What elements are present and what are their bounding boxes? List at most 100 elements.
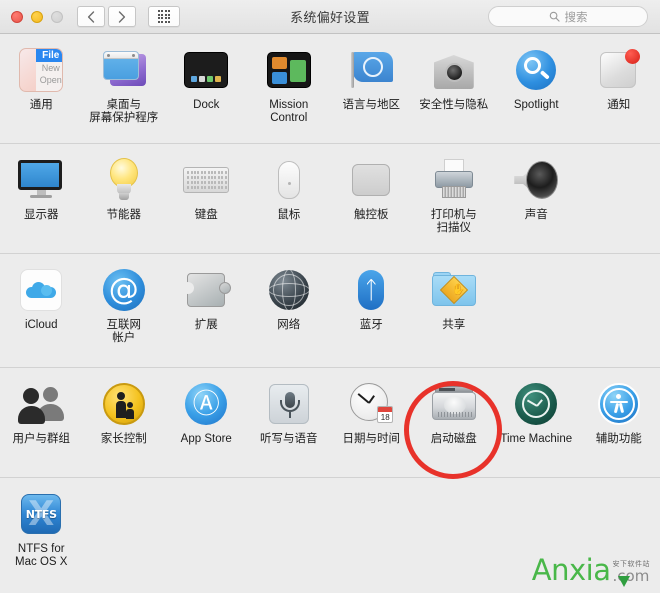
pane-label: 通知	[607, 99, 631, 111]
sound-speaker-icon	[512, 156, 560, 204]
pref-pane-mouse[interactable]: 鼠标	[248, 156, 331, 253]
pane-label: 安全性与隐私	[419, 99, 489, 111]
pref-pane-date-time[interactable]: 18 日期与时间	[330, 380, 413, 477]
pane-label: 打印机与 扫描仪	[430, 209, 477, 234]
pref-pane-sound[interactable]: 声音	[495, 156, 578, 253]
pane-label: App Store	[180, 433, 232, 445]
pane-label: 用户与群组	[12, 433, 71, 445]
general-icon: File New Open	[17, 46, 65, 94]
pref-pane-dock[interactable]: Dock	[165, 46, 248, 143]
pane-label: NTFS for Mac OS X	[15, 543, 68, 568]
pane-label: 鼠标	[277, 209, 301, 221]
pane-label: 键盘	[194, 209, 218, 221]
pref-pane-general[interactable]: File New Open 通用	[0, 46, 83, 143]
pane-label: 通用	[29, 99, 53, 111]
pref-pane-startup-disk[interactable]: 启动磁盘	[413, 380, 496, 477]
window-titlebar: 系统偏好设置 搜索	[0, 0, 660, 34]
pane-label: 辅助功能	[595, 433, 642, 445]
pane-label: 听写与语音	[260, 433, 318, 445]
close-window-button[interactable]	[11, 10, 23, 23]
pref-pane-network[interactable]: 网络	[248, 266, 331, 367]
dictation-microphone-icon	[265, 380, 313, 428]
notification-badge	[624, 49, 640, 64]
pref-pane-extensions[interactable]: 扩展	[165, 266, 248, 367]
pane-label: Spotlight	[513, 99, 559, 111]
search-field[interactable]: 搜索	[488, 6, 648, 27]
pane-label: 共享	[442, 319, 466, 331]
pref-pane-parental-controls[interactable]: 家长控制	[83, 380, 166, 477]
keyboard-icon	[182, 156, 230, 204]
pane-label: 扩展	[194, 319, 218, 331]
pane-label: 互联网 帐户	[106, 319, 142, 344]
window-traffic-lights	[11, 10, 63, 23]
pref-pane-bluetooth[interactable]: ᛏ 蓝牙	[330, 266, 413, 367]
energy-saver-bulb-icon	[100, 156, 148, 204]
show-all-button[interactable]	[148, 6, 180, 27]
pref-pane-icloud[interactable]: iCloud	[0, 266, 83, 367]
pref-pane-trackpad[interactable]: 触控板	[330, 156, 413, 253]
pane-label: 启动磁盘	[430, 433, 477, 445]
spotlight-icon	[512, 46, 560, 94]
pref-pane-spotlight[interactable]: Spotlight	[495, 46, 578, 143]
pane-label: Dock	[193, 99, 220, 111]
trackpad-icon	[347, 156, 395, 204]
navigation-buttons	[77, 6, 136, 27]
watermark-arrow-icon	[617, 576, 630, 587]
calendar-day: 18	[380, 413, 390, 422]
display-icon	[17, 156, 65, 204]
pref-pane-time-machine[interactable]: Time Machine	[495, 380, 578, 477]
pane-label: 触控板	[354, 209, 389, 221]
pane-row-personal: File New Open 通用 桌面与 屏幕保护程序 Dock Mission…	[0, 34, 660, 144]
pane-label: 网络	[277, 319, 301, 331]
icloud-icon	[17, 266, 65, 314]
pref-pane-users-groups[interactable]: 用户与群组	[0, 380, 83, 477]
system-preferences-window: 系统偏好设置 搜索 File New Open 通用 桌面与 屏幕保护程序 Do…	[0, 0, 660, 593]
pane-label: 声音	[524, 209, 548, 221]
back-button[interactable]	[77, 6, 105, 27]
pane-label: Time Machine	[500, 433, 573, 445]
pane-label: Mission Control	[269, 99, 309, 124]
pane-label: 蓝牙	[359, 319, 383, 331]
preference-panes-grid: File New Open 通用 桌面与 屏幕保护程序 Dock Mission…	[0, 34, 660, 588]
pref-pane-displays[interactable]: 显示器	[0, 156, 83, 253]
ntfs-icon-text: NTFS	[25, 507, 57, 521]
puzzle-piece-icon	[182, 266, 232, 314]
pref-pane-sharing[interactable]: ✋ 共享	[413, 266, 496, 367]
minimize-window-button[interactable]	[31, 10, 43, 23]
watermark-brand: Anxia	[531, 553, 611, 587]
pref-pane-security-privacy[interactable]: 安全性与隐私	[413, 46, 496, 143]
bluetooth-icon: ᛏ	[347, 266, 395, 314]
notifications-icon	[595, 46, 643, 94]
pref-pane-language-region[interactable]: 语言与地区	[330, 46, 413, 143]
pref-pane-ntfs[interactable]: X NTFS NTFS for Mac OS X	[0, 490, 83, 588]
search-icon	[549, 11, 560, 22]
pane-label: 节能器	[106, 209, 142, 221]
mission-control-icon	[265, 46, 313, 94]
watermark: Anxia 安下软件站 .com	[531, 553, 650, 587]
desktop-screensaver-icon	[100, 46, 148, 94]
pane-row-system: 用户与群组 家长控制 Ⓐ App Store 听写与语音 18 日期与时间 启动…	[0, 368, 660, 478]
ntfs-icon: X NTFS	[17, 490, 65, 538]
pref-pane-desktop-screensaver[interactable]: 桌面与 屏幕保护程序	[83, 46, 166, 143]
forward-button[interactable]	[108, 6, 136, 27]
pref-pane-app-store[interactable]: Ⓐ App Store	[165, 380, 248, 477]
pane-label: 桌面与 屏幕保护程序	[89, 99, 159, 124]
startup-disk-icon	[430, 380, 478, 428]
language-region-flag-icon	[347, 46, 395, 94]
parental-controls-icon	[100, 380, 148, 428]
pref-pane-notifications[interactable]: 通知	[578, 46, 660, 143]
pane-label: 显示器	[24, 209, 59, 221]
pref-pane-internet-accounts[interactable]: @ 互联网 帐户	[83, 266, 166, 367]
pref-pane-keyboard[interactable]: 键盘	[165, 156, 248, 253]
date-time-clock-icon: 18	[347, 380, 395, 428]
zoom-window-button	[51, 10, 63, 23]
pane-label: 家长控制	[100, 433, 147, 445]
pref-pane-dictation-speech[interactable]: 听写与语音	[248, 380, 331, 477]
pref-pane-printers-scanners[interactable]: 打印机与 扫描仪	[413, 156, 496, 253]
pref-pane-mission-control[interactable]: Mission Control	[248, 46, 331, 143]
grid-dots-icon	[157, 10, 171, 23]
pane-label: 日期与时间	[342, 433, 401, 445]
pane-label: 语言与地区	[342, 99, 401, 111]
pref-pane-energy-saver[interactable]: 节能器	[83, 156, 166, 253]
pref-pane-accessibility[interactable]: 辅助功能	[578, 380, 660, 477]
